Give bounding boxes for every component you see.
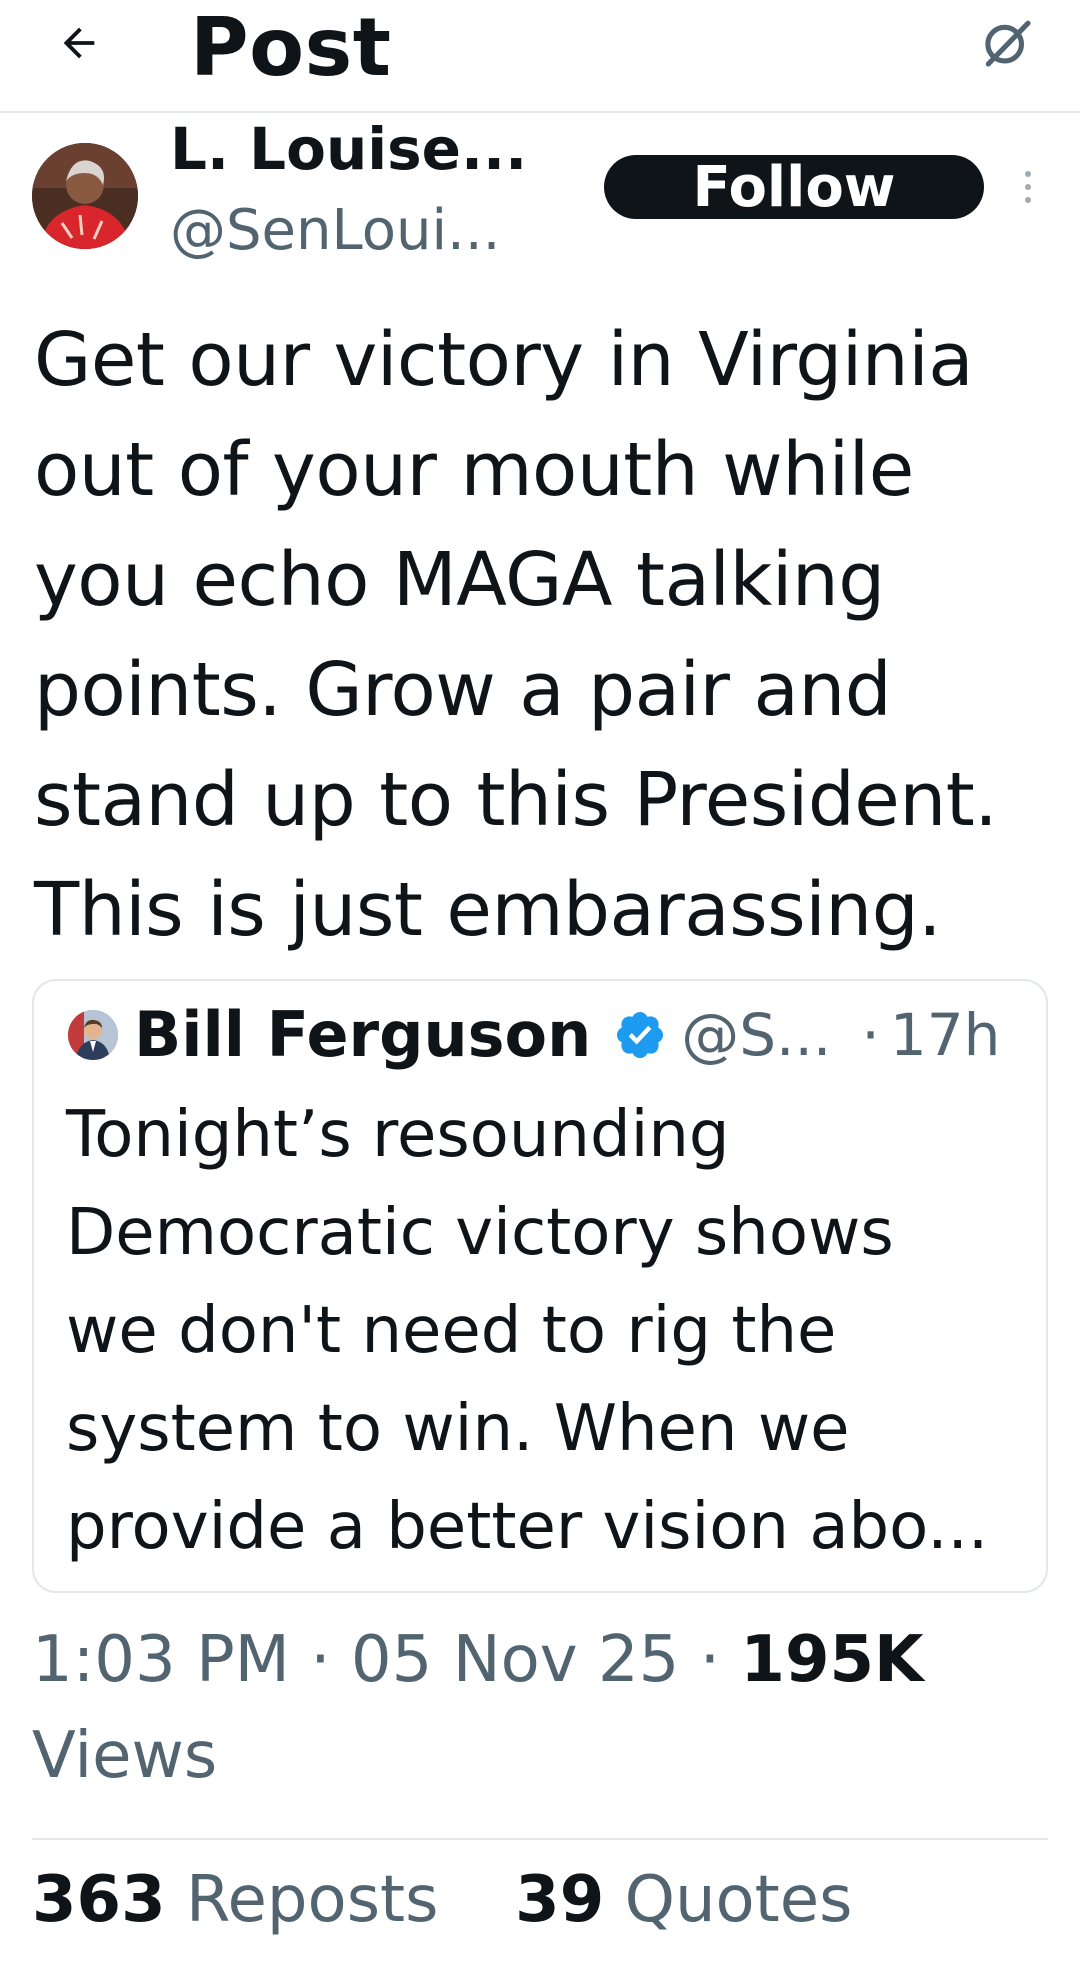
arrow-left-icon — [63, 27, 95, 59]
page-title: Post — [190, 1, 392, 94]
quoted-post-header: Bill Ferguson @S... · 17h — [134, 993, 1000, 1077]
views-label[interactable]: Views — [32, 1719, 217, 1793]
top-app-bar: Post — [0, 0, 1080, 113]
reposts-link[interactable]: 363 Reposts — [32, 1863, 459, 1937]
post-date: 05 Nov 25 — [350, 1623, 680, 1697]
more-vertical-icon — [1025, 197, 1031, 203]
quotes-count: 39 — [515, 1863, 605, 1937]
verified-badge-icon — [613, 1008, 667, 1062]
post-time: 1:03 PM — [32, 1623, 290, 1697]
post-text: Get our victory in Virginia out of your … — [34, 317, 998, 953]
user-avatar — [68, 1010, 118, 1060]
back-button[interactable] — [44, 8, 114, 78]
divider — [32, 1838, 1048, 1840]
user-avatar — [32, 143, 138, 249]
quoted-author-name: Bill Ferguson — [134, 998, 592, 1071]
grok-icon — [985, 20, 1031, 67]
post-metadata: 1:03 PM · 05 Nov 25 · 195K Views — [32, 1612, 1052, 1804]
author-handle[interactable]: @SenLoui... — [170, 196, 500, 266]
follow-button[interactable]: Follow — [604, 155, 984, 220]
engagement-stats: 363 Reposts 39 Quotes — [32, 1852, 852, 1948]
more-vertical-icon — [1025, 171, 1031, 177]
more-options-button[interactable] — [1010, 160, 1046, 214]
separator-dot: · — [861, 1001, 880, 1069]
views-count[interactable]: 195K — [740, 1623, 923, 1697]
quoted-author-handle: @S... — [681, 1001, 832, 1069]
author-name[interactable]: L. Louise... — [170, 114, 527, 184]
author-avatar[interactable] — [32, 143, 138, 249]
more-vertical-icon — [1025, 184, 1031, 190]
reposts-label: Reposts — [185, 1863, 439, 1937]
quoted-author-avatar — [68, 1010, 118, 1060]
separator-dot: · — [310, 1623, 331, 1697]
quotes-label: Quotes — [624, 1863, 853, 1937]
reposts-count: 363 — [32, 1863, 166, 1937]
quoted-post[interactable]: Bill Ferguson @S... · 17h Tonight’s reso… — [32, 979, 1048, 1593]
quoted-post-text: Tonight’s resounding Democratic victory … — [66, 1098, 989, 1564]
quoted-post-time: 17h — [889, 1001, 1001, 1069]
separator-dot: · — [699, 1623, 721, 1697]
grok-button[interactable] — [972, 8, 1042, 78]
quotes-link[interactable]: 39 Quotes — [515, 1863, 852, 1937]
